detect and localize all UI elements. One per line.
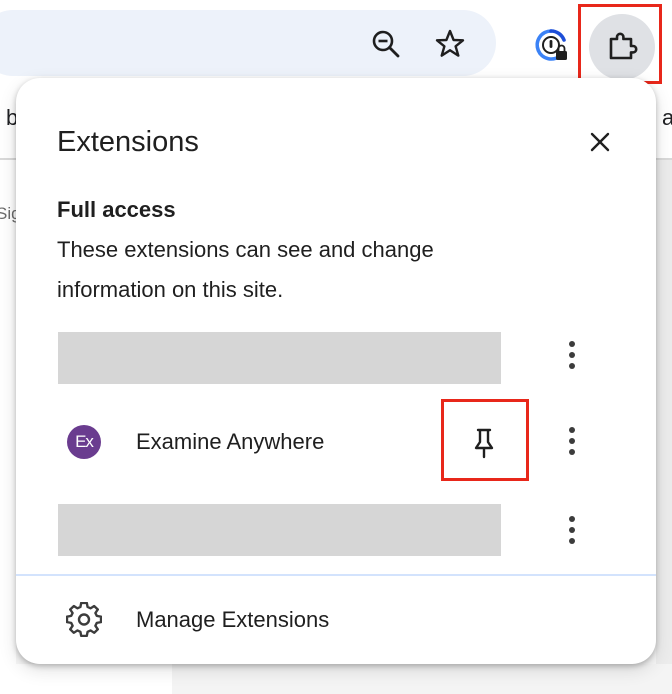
extensions-popup: Extensions Full access These extensions … xyxy=(16,78,656,664)
logo-text: Ex xyxy=(75,432,94,451)
pin-button-highlight xyxy=(441,399,529,481)
close-icon[interactable] xyxy=(578,120,622,164)
page-right-strip xyxy=(656,160,672,694)
address-bar[interactable] xyxy=(0,10,496,76)
manage-extensions-button[interactable]: Manage Extensions xyxy=(16,576,656,664)
popup-title: Extensions xyxy=(57,126,199,158)
more-vert-icon[interactable] xyxy=(552,333,592,377)
section-heading: Full access xyxy=(57,197,176,222)
password-manager-icon[interactable] xyxy=(528,22,574,68)
extension-name[interactable]: Examine Anywhere xyxy=(136,429,324,455)
redacted-extension-row xyxy=(58,332,501,384)
extensions-button-highlight xyxy=(578,4,662,84)
zoom-out-icon[interactable] xyxy=(364,22,408,66)
more-vert-icon[interactable] xyxy=(552,419,592,463)
gear-icon xyxy=(66,602,102,638)
star-icon[interactable] xyxy=(428,22,472,66)
examine-anywhere-logo: Ex xyxy=(67,425,101,459)
manage-extensions-label: Manage Extensions xyxy=(136,607,330,632)
page-left-strip xyxy=(0,160,16,694)
section-description: These extensions can see and change info… xyxy=(57,237,434,302)
redacted-extension-row xyxy=(58,504,501,556)
bookmark-bar-right-text: a xyxy=(662,105,672,130)
page-bottom-left-strip xyxy=(0,664,172,694)
more-vert-icon[interactable] xyxy=(552,508,592,552)
